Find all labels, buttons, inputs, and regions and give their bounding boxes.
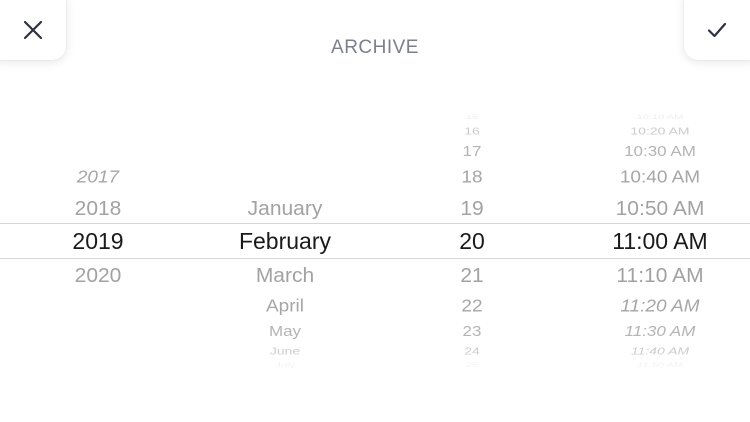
- day-selected[interactable]: 20: [432, 229, 512, 253]
- day-option[interactable]: 19: [432, 198, 512, 219]
- day-option[interactable]: 23: [432, 324, 512, 338]
- month-option[interactable]: May: [215, 324, 355, 338]
- confirm-button[interactable]: [684, 0, 750, 60]
- month-selected[interactable]: February: [215, 229, 355, 253]
- checkmark-icon: [707, 22, 727, 38]
- time-option[interactable]: 10:30 AM: [570, 144, 750, 158]
- date-time-picker: 2017 2018 2019 2020 January February March Apr…: [0, 100, 750, 380]
- day-option[interactable]: 16: [432, 126, 512, 136]
- month-option[interactable]: June: [215, 346, 355, 356]
- year-option[interactable]: 2018: [38, 198, 158, 219]
- month-option[interactable]: January: [215, 198, 355, 219]
- time-option[interactable]: 11:20 AM: [570, 297, 750, 315]
- time-option[interactable]: 11:10 AM: [570, 265, 750, 286]
- year-selected[interactable]: 2019: [38, 229, 158, 253]
- day-option[interactable]: 17: [432, 144, 512, 158]
- day-option[interactable]: 18: [432, 168, 512, 186]
- day-option[interactable]: 24: [432, 346, 512, 356]
- month-option[interactable]: March: [215, 265, 355, 286]
- time-option[interactable]: 11:30 AM: [570, 324, 750, 338]
- time-option[interactable]: 10:50 AM: [570, 198, 750, 219]
- time-selected[interactable]: 11:00 AM: [570, 229, 750, 253]
- page-title: ARCHIVE: [331, 37, 419, 58]
- month-option[interactable]: July: [215, 362, 355, 368]
- year-wheel[interactable]: 2017 2018 2019 2020: [38, 100, 158, 380]
- year-option[interactable]: 2017: [38, 168, 158, 186]
- year-option[interactable]: 2020: [38, 265, 158, 286]
- day-option[interactable]: 21: [432, 265, 512, 286]
- time-option[interactable]: 11:50 AM: [570, 362, 750, 368]
- day-option[interactable]: 25: [432, 362, 512, 368]
- day-option[interactable]: 15: [432, 114, 512, 120]
- month-option[interactable]: April: [215, 297, 355, 315]
- time-option[interactable]: 11:40 AM: [570, 346, 750, 356]
- time-option[interactable]: 10:20 AM: [570, 126, 750, 136]
- day-wheel[interactable]: 15 16 17 18 19 20 21 22 23 24 25: [432, 100, 512, 380]
- time-option[interactable]: 10:40 AM: [570, 168, 750, 186]
- time-option[interactable]: 10:10 AM: [570, 114, 750, 120]
- time-wheel[interactable]: 10:10 AM 10:20 AM 10:30 AM 10:40 AM 10:50 AM…: [570, 100, 750, 380]
- month-wheel[interactable]: January February March April May June July: [215, 100, 355, 380]
- day-option[interactable]: 22: [432, 297, 512, 315]
- archive-date-picker-screen: ARCHIVE 2017 2018 2019 2020 January February…: [0, 0, 750, 422]
